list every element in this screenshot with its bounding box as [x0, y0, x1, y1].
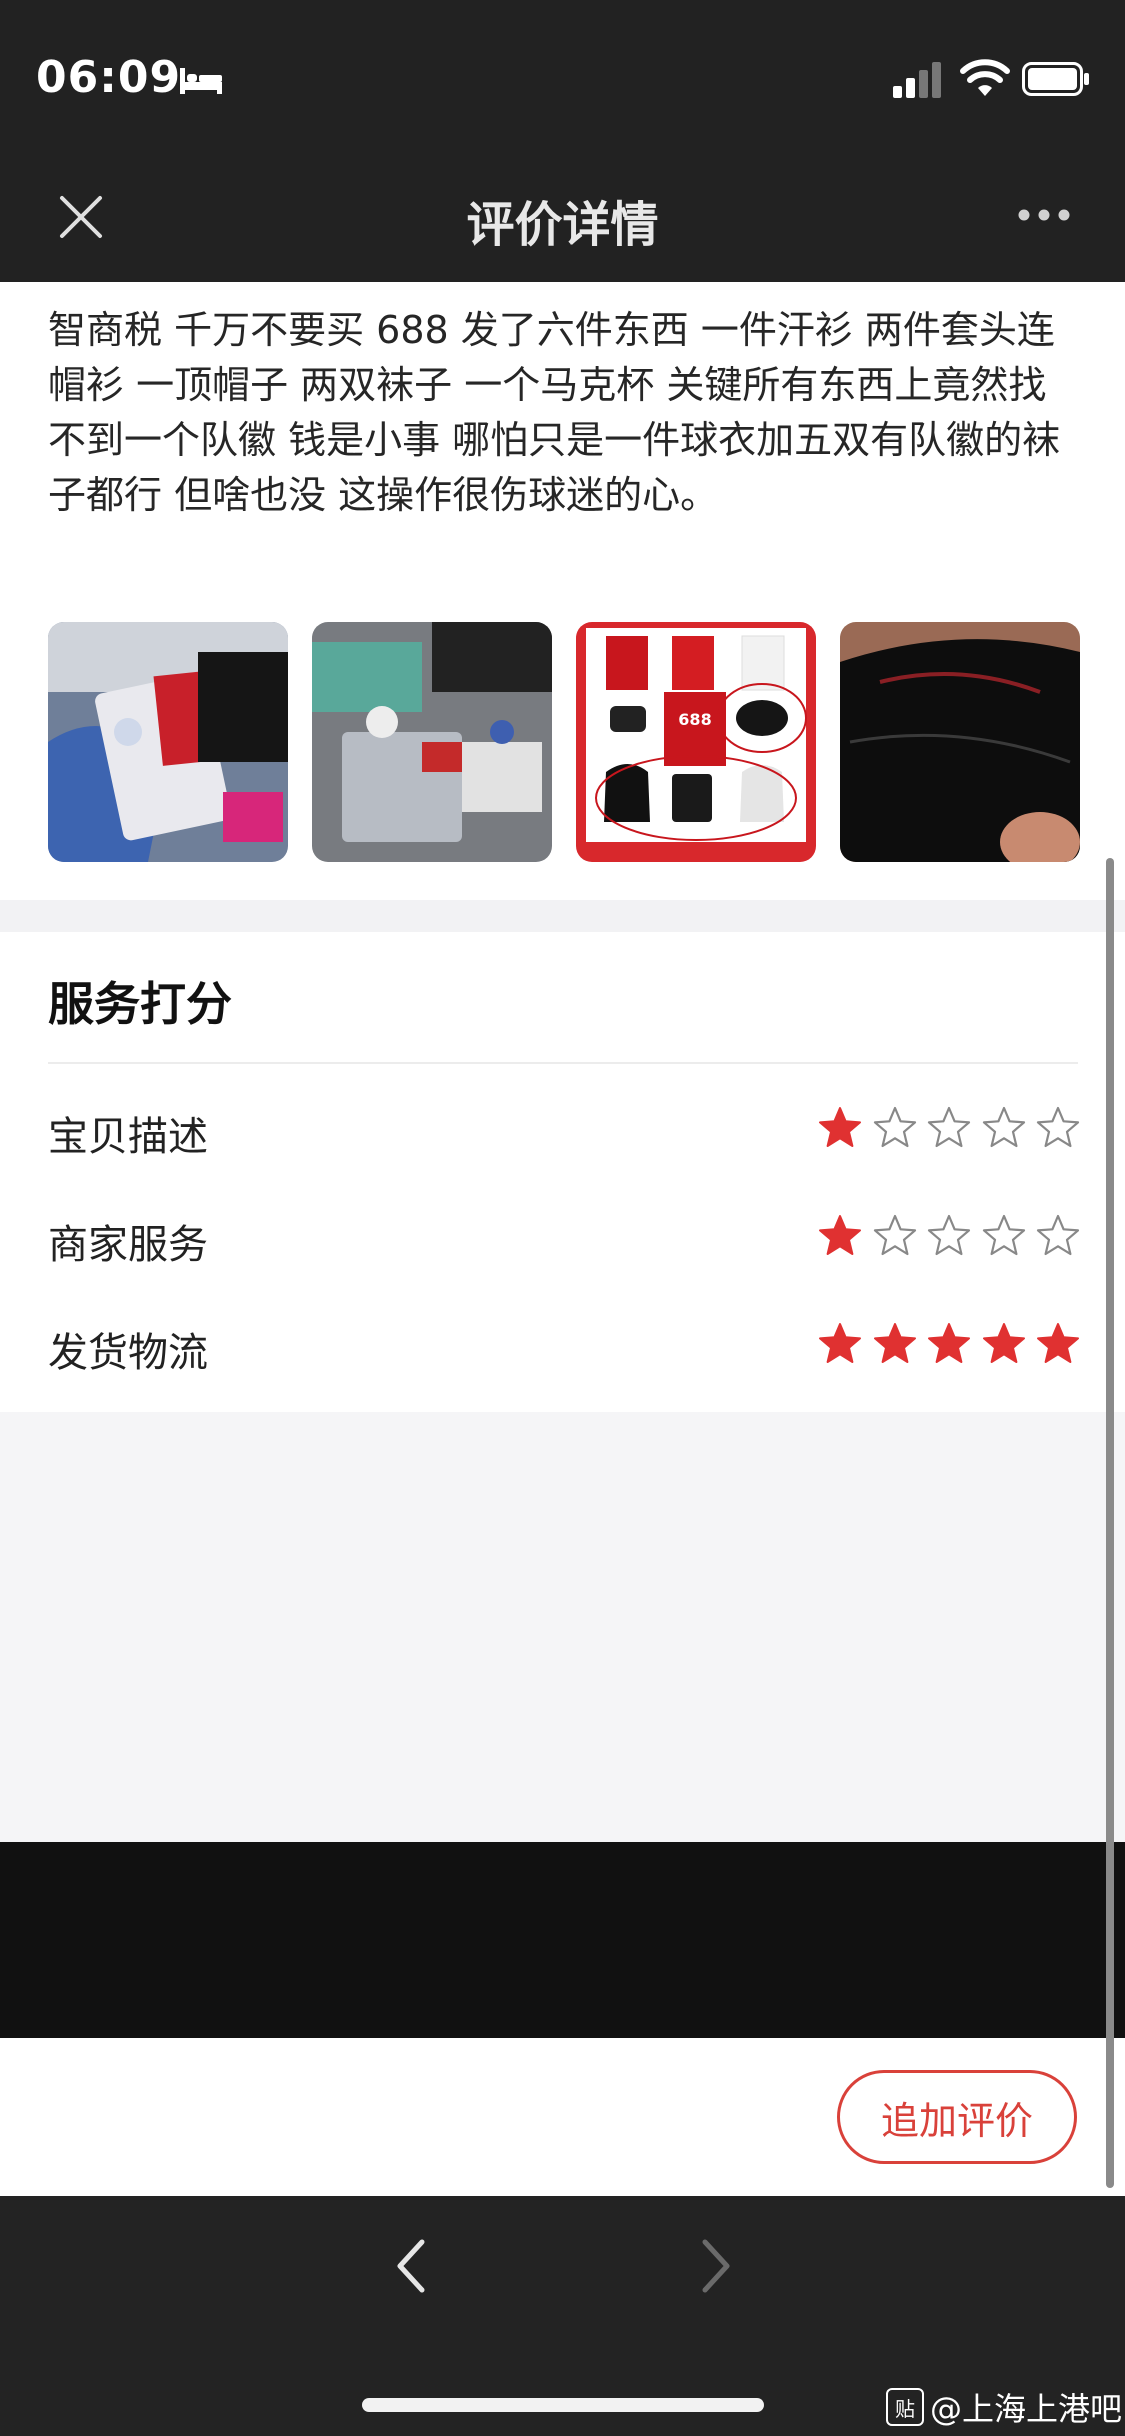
empty-area [0, 1412, 1125, 1842]
product-overview-image [586, 628, 807, 842]
rating-stars-description [818, 1106, 1080, 1154]
more-dots-icon[interactable] [1016, 205, 1072, 225]
review-text: 智商税 千万不要买 688 发了六件东西 一件汗衫 两件套头连帽衫 一顶帽子 两… [48, 308, 1061, 517]
watermark-text: @上海上港吧 [930, 2390, 1123, 2428]
review-photo-2[interactable] [312, 622, 552, 862]
home-indicator[interactable] [362, 2398, 764, 2412]
sleep-mode-icon [180, 68, 222, 94]
review-photo-4[interactable] [840, 622, 1080, 862]
rating-stars-service [818, 1214, 1080, 1262]
star-filled-icon [819, 1215, 861, 1255]
forward-arrow-icon [702, 2239, 730, 2293]
service-rating-title: 服务打分 [48, 977, 232, 1031]
price-tag-text: 688 [678, 710, 712, 729]
star-empty-icon [873, 1214, 916, 1256]
star-empty-icon [927, 1106, 971, 1148]
section-divider [0, 900, 1125, 932]
star-filled-icon [982, 1323, 1025, 1363]
star-filled-icon [873, 1323, 916, 1363]
star-empty-icon [927, 1214, 971, 1256]
page-title: 评价详情 [466, 197, 659, 253]
back-arrow-icon[interactable] [392, 2236, 432, 2296]
star-filled-icon [928, 1323, 970, 1363]
cellular-signal-icon [893, 62, 941, 98]
star-empty-icon [1036, 1106, 1080, 1148]
star-empty-icon [982, 1106, 1025, 1148]
star-empty-icon [982, 1214, 1025, 1256]
scrollbar[interactable] [1106, 858, 1114, 2188]
rating-label-logistics: 发货物流 [48, 1330, 208, 1376]
star-filled-icon [1037, 1323, 1079, 1363]
status-time: 06:09 [36, 52, 182, 103]
review-photo-3[interactable]: 688 [576, 622, 816, 862]
battery-icon [1022, 62, 1089, 96]
tieba-badge-icon: 贴 [886, 2388, 924, 2426]
star-filled-icon [819, 1107, 861, 1147]
star-empty-icon [1036, 1214, 1080, 1256]
dark-band [0, 1842, 1125, 2038]
wifi-icon [960, 59, 1010, 96]
review-photo-1[interactable] [48, 622, 288, 862]
star-empty-icon [873, 1106, 916, 1148]
star-filled-icon [819, 1323, 861, 1363]
divider [48, 1062, 1078, 1064]
rating-label-service: 商家服务 [48, 1222, 208, 1268]
add-review-button[interactable]: 追加评价 [837, 2070, 1077, 2164]
rating-stars-logistics [818, 1322, 1080, 1370]
watermark: 贴 @上海上港吧 [886, 2384, 1122, 2430]
rating-label-description: 宝贝描述 [48, 1114, 208, 1160]
